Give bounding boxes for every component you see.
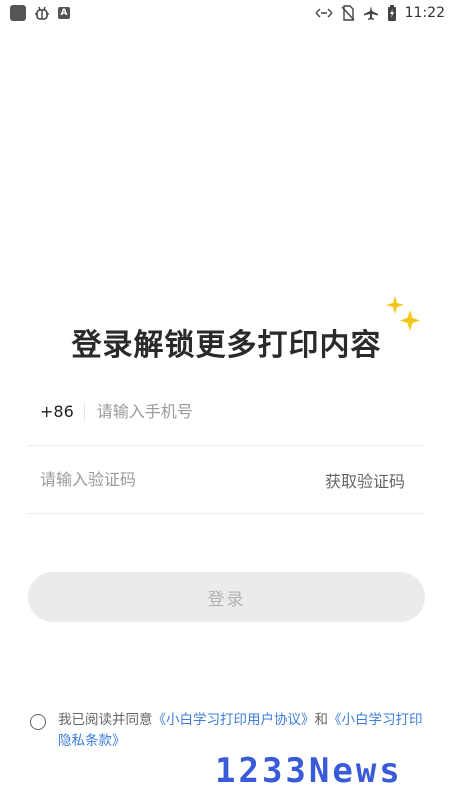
watermark-logo: 1233News: [215, 751, 403, 789]
status-bar: A 11:22: [0, 0, 453, 26]
agreement-checkbox[interactable]: [30, 714, 46, 730]
data-transfer-icon: [315, 7, 333, 19]
sparkle-icon: [385, 296, 420, 331]
watermark-text: 1233News: [215, 751, 403, 789]
phone-field: +86: [28, 378, 425, 446]
user-agreement-link[interactable]: 《小白学习打印用户协议》: [153, 712, 315, 728]
page-title-text: 登录解锁更多打印内容: [71, 328, 382, 363]
page-title: 登录解锁更多打印内容: [71, 296, 420, 364]
agreement-row: 我已阅读并同意《小白学习打印用户协议》和《小白学习打印隐私条款》: [30, 710, 430, 752]
no-sim-icon: [341, 5, 355, 21]
code-field: 获取验证码: [28, 446, 425, 514]
status-bar-left: A: [10, 5, 70, 21]
get-code-button[interactable]: 获取验证码: [325, 468, 425, 492]
app-square-icon: [10, 5, 26, 21]
agreement-prefix: 我已阅读并同意: [58, 712, 153, 728]
status-time: 11:22: [404, 5, 445, 21]
title-area: 登录解锁更多打印内容: [0, 296, 453, 364]
battery-charging-icon: [387, 5, 397, 21]
phone-input[interactable]: [84, 391, 425, 432]
agreement-text: 我已阅读并同意《小白学习打印用户协议》和《小白学习打印隐私条款》: [58, 710, 430, 752]
agreement-and: 和: [314, 712, 329, 728]
airplane-icon: [363, 5, 379, 21]
font-a-icon: A: [58, 7, 70, 19]
bug-icon: [34, 5, 50, 21]
country-code[interactable]: +86: [28, 402, 85, 421]
status-bar-right: 11:22: [315, 5, 445, 21]
login-button[interactable]: 登录: [28, 572, 425, 622]
verification-code-input[interactable]: [28, 459, 325, 500]
